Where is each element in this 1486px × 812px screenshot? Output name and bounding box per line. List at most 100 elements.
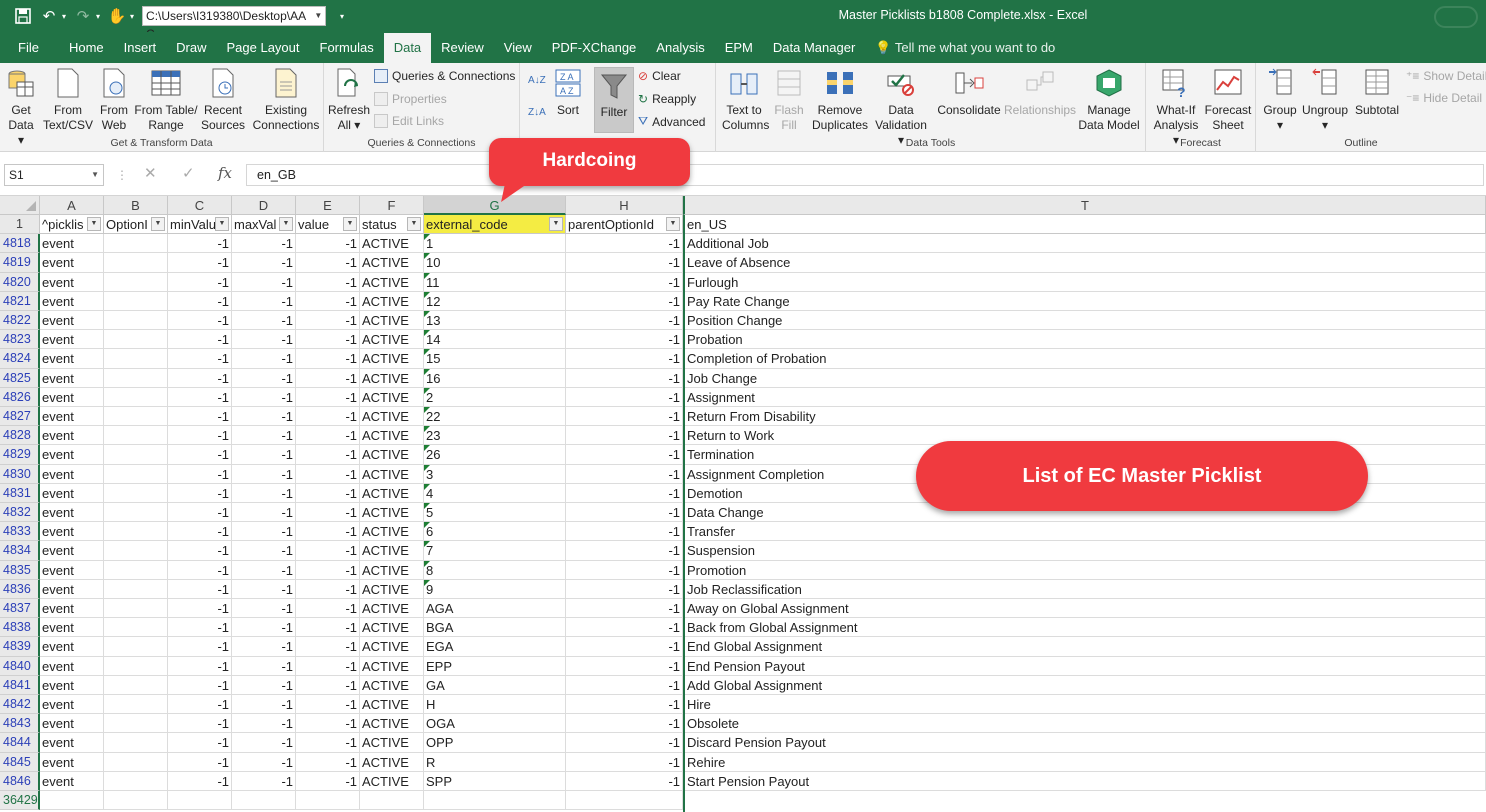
cell-c[interactable]: -1 [168,675,232,695]
cell-h[interactable]: -1 [566,675,683,695]
cell-a[interactable]: event [40,522,104,542]
row-number[interactable]: 4822 [0,311,40,331]
cell-e[interactable]: -1 [296,503,360,523]
cell-t[interactable]: Away on Global Assignment [685,599,1486,619]
cell-a[interactable]: event [40,599,104,619]
cell-e[interactable]: -1 [296,291,360,311]
cell-a[interactable]: event [40,503,104,523]
cell-b[interactable] [104,695,168,715]
tab-view[interactable]: View [494,32,542,63]
consolidate-button[interactable]: Consolidate [934,67,1004,118]
cell-g[interactable]: 4 [424,483,566,503]
column-header-d[interactable]: D [232,196,296,215]
cell-b[interactable] [104,387,168,407]
properties-button[interactable]: Properties [374,92,447,106]
cell-b[interactable] [104,771,168,791]
cell-a[interactable]: event [40,560,104,580]
cell-f[interactable]: ACTIVE [360,311,424,331]
cell-b[interactable] [104,637,168,657]
cell-a[interactable]: event [40,349,104,369]
advanced-button[interactable]: ⛛ Advanced [638,114,705,129]
cell-c[interactable] [168,791,232,811]
cell-d[interactable]: -1 [232,349,296,369]
cell-c[interactable]: -1 [168,330,232,350]
cell-h[interactable]: -1 [566,330,683,350]
cell-d[interactable]: -1 [232,253,296,273]
column-header-f[interactable]: F [360,196,424,215]
cell-a[interactable]: event [40,407,104,427]
cell-g[interactable]: 23 [424,426,566,446]
cell-f[interactable]: ACTIVE [360,522,424,542]
cell-b[interactable] [104,656,168,676]
cell-d[interactable]: -1 [232,714,296,734]
filter-active-icon[interactable]: ▼ [87,217,101,231]
cell-t[interactable]: Additional Job [685,234,1486,254]
row-number[interactable]: 4833 [0,522,40,542]
cell-d[interactable]: -1 [232,291,296,311]
cell-t[interactable]: Hire [685,695,1486,715]
cell-t[interactable]: Suspension [685,541,1486,561]
row-number[interactable]: 4820 [0,272,40,292]
cell-e[interactable]: -1 [296,637,360,657]
cell-c[interactable]: -1 [168,752,232,772]
cell-h[interactable]: -1 [566,253,683,273]
row-number[interactable]: 4828 [0,426,40,446]
from-text-csv-button[interactable]: From Text/CSV [42,67,94,133]
cell-a[interactable]: event [40,733,104,753]
cell-g[interactable]: BGA [424,618,566,638]
cell-d[interactable]: -1 [232,426,296,446]
existing-connections-button[interactable]: Existing Connections [252,67,320,133]
cell-d[interactable]: -1 [232,503,296,523]
cell-g[interactable]: EGA [424,637,566,657]
cell-g[interactable]: 15 [424,349,566,369]
cell-a[interactable]: event [40,253,104,273]
cell-d[interactable]: -1 [232,522,296,542]
cell-e[interactable] [296,791,360,811]
cell-f[interactable]: ACTIVE [360,330,424,350]
header-cell-value[interactable]: value ▼ [296,215,360,235]
cell-g[interactable]: 8 [424,560,566,580]
cell-c[interactable]: -1 [168,560,232,580]
cell-h[interactable]: -1 [566,579,683,599]
cell-e[interactable]: -1 [296,522,360,542]
cell-h[interactable]: -1 [566,560,683,580]
cell-e[interactable]: -1 [296,464,360,484]
cell-g[interactable]: OGA [424,714,566,734]
filter-dropdown-icon[interactable]: ▼ [407,217,421,231]
cell-e[interactable]: -1 [296,599,360,619]
cell-t[interactable]: Return From Disability [685,407,1486,427]
cell-c[interactable]: -1 [168,579,232,599]
cell-g[interactable]: GA [424,675,566,695]
cell-g[interactable]: 9 [424,579,566,599]
cell-h[interactable]: -1 [566,407,683,427]
cell-c[interactable]: -1 [168,541,232,561]
row-number[interactable]: 4825 [0,368,40,388]
cell-t[interactable]: Pay Rate Change [685,291,1486,311]
row-number[interactable]: 4818 [0,234,40,254]
cell-c[interactable]: -1 [168,234,232,254]
cell-b[interactable] [104,541,168,561]
cell-f[interactable]: ACTIVE [360,234,424,254]
cell-f[interactable]: ACTIVE [360,695,424,715]
from-table-range-button[interactable]: From Table/Range [134,67,198,133]
cell-d[interactable]: -1 [232,560,296,580]
tab-page-layout[interactable]: Page Layout [217,32,310,63]
cell-c[interactable]: -1 [168,637,232,657]
cell-a[interactable]: event [40,291,104,311]
reapply-button[interactable]: ↻ Reapply [638,92,696,106]
cell-d[interactable]: -1 [232,618,296,638]
cell-c[interactable]: -1 [168,599,232,619]
cell-h[interactable]: -1 [566,522,683,542]
sort-a-z-button[interactable]: A↓Z [528,75,546,86]
filter-dropdown-icon[interactable]: ▼ [151,217,165,231]
cell-a[interactable]: event [40,695,104,715]
recent-sources-button[interactable]: Recent Sources [200,67,246,133]
cell-h[interactable]: -1 [566,541,683,561]
cell-c[interactable]: -1 [168,253,232,273]
insert-function-icon[interactable]: fx [218,164,232,182]
filter-dropdown-icon[interactable]: ▼ [549,217,563,231]
cell-e[interactable]: -1 [296,311,360,331]
cell-g[interactable] [424,791,566,811]
cell-d[interactable]: -1 [232,464,296,484]
tab-formulas[interactable]: Formulas [310,32,384,63]
